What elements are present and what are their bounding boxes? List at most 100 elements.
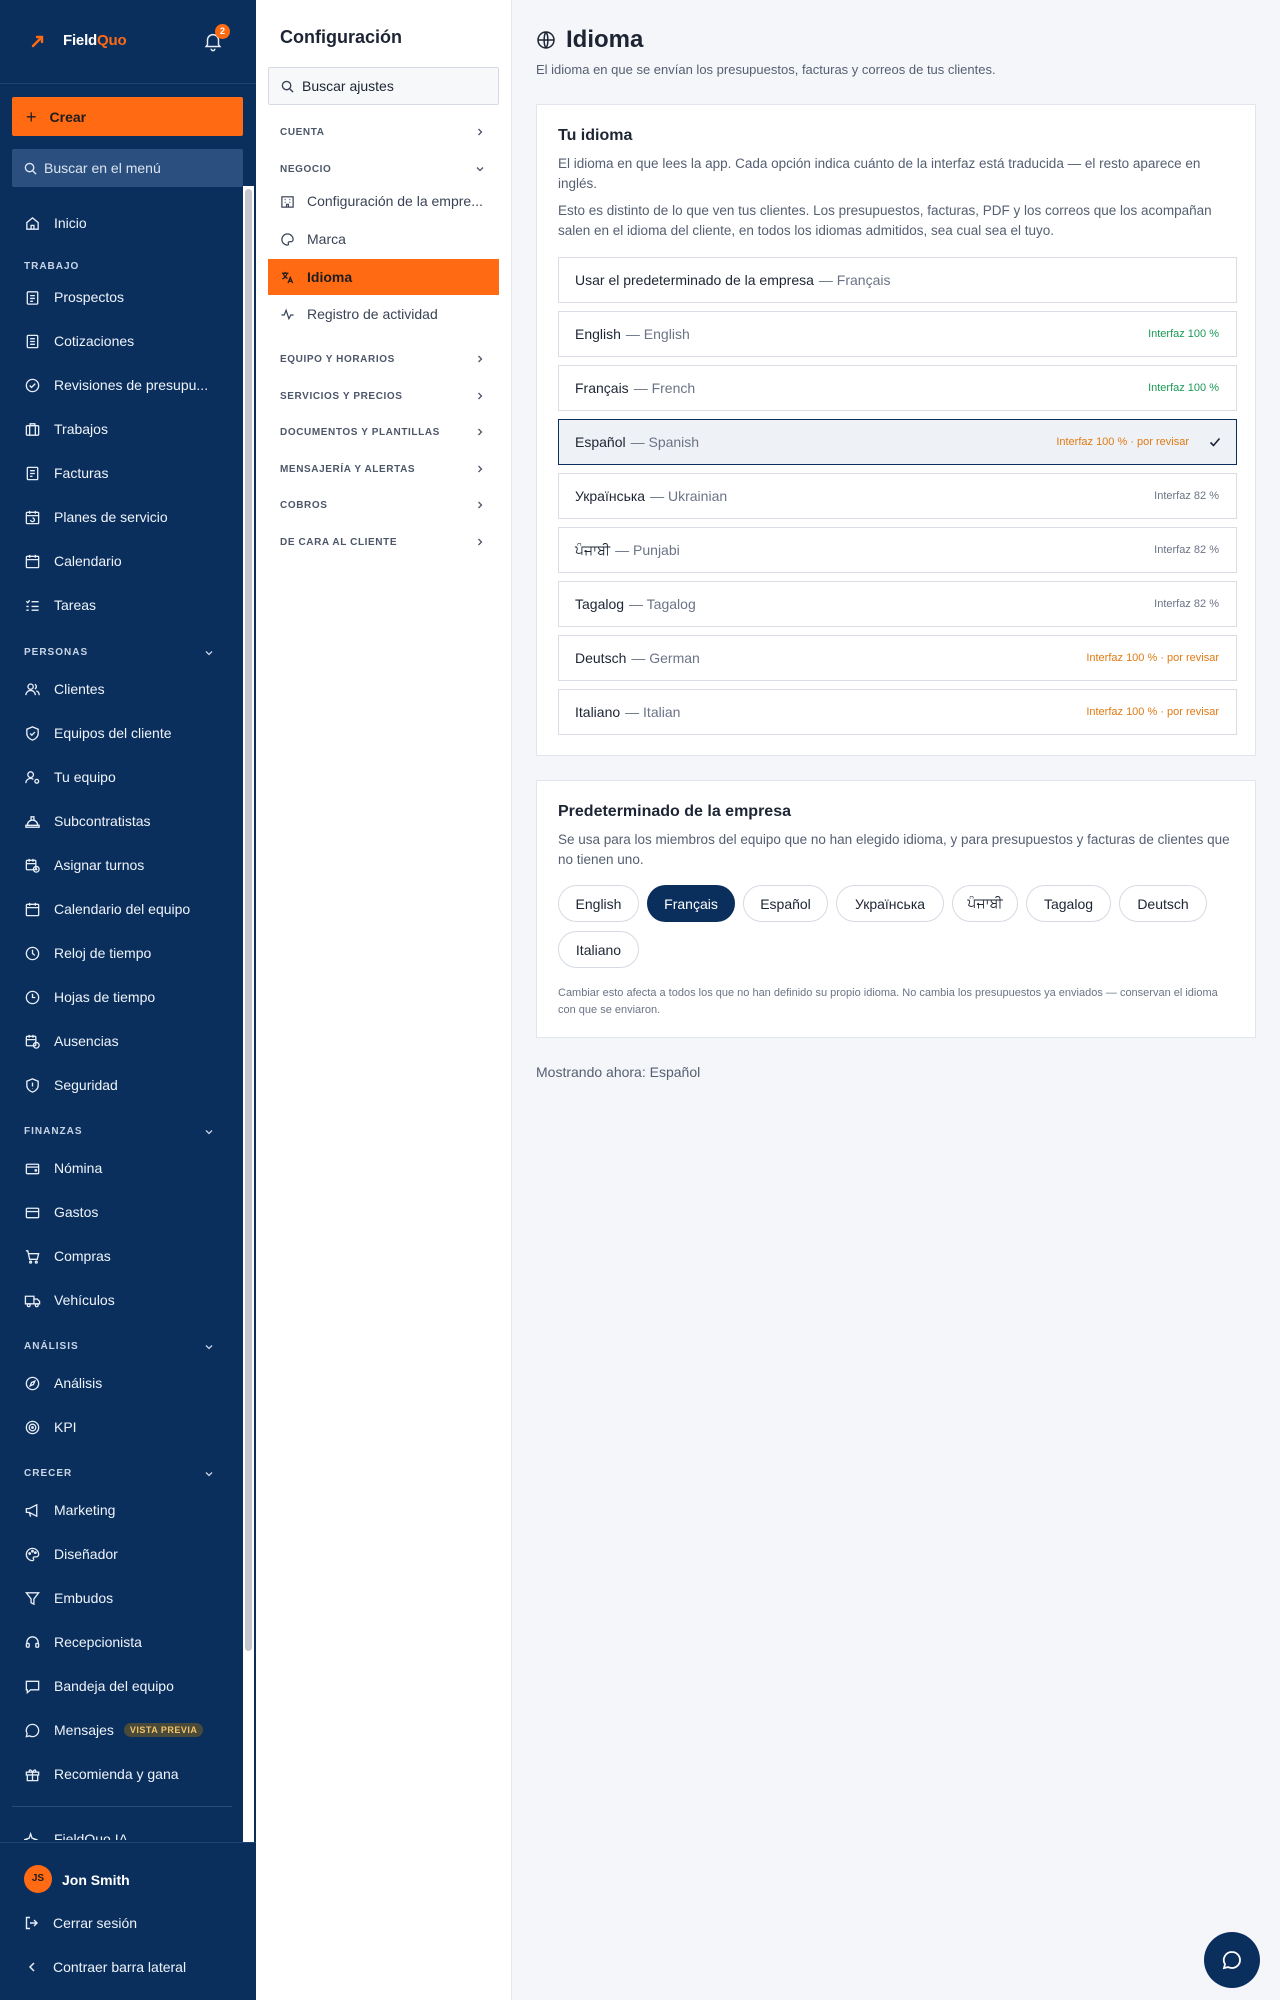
chevron-right-icon[interactable] xyxy=(475,464,485,474)
user-name[interactable]: Jon Smith xyxy=(62,1872,130,1888)
avatar[interactable]: JS xyxy=(24,1865,52,1893)
company-language-pill-spanish[interactable]: Español xyxy=(743,885,828,922)
sidebar-item-compras[interactable]: Compras xyxy=(24,1245,111,1267)
chevron-down-icon[interactable] xyxy=(475,164,485,174)
translation-status: Interfaz 82 % xyxy=(1154,490,1219,502)
company-default-title: Predeterminado de la empresa xyxy=(558,803,791,820)
sidebar-item-ausencias[interactable]: Ausencias xyxy=(24,1030,119,1052)
sidebar-item-marketing[interactable]: Marketing xyxy=(24,1499,115,1521)
company-language-pill-german[interactable]: Deutsch xyxy=(1119,885,1207,922)
user-cog-icon xyxy=(25,770,40,784)
sidebar-item-seguridad[interactable]: Seguridad xyxy=(24,1074,118,1096)
settings-group-cliente[interactable]: DE CARA AL CLIENTE xyxy=(280,537,397,548)
sidebar-item-hojas-tiempo[interactable]: Hojas de tiempo xyxy=(24,986,155,1008)
sidebar-item-planes[interactable]: Planes de servicio xyxy=(24,506,168,528)
chevron-right-icon[interactable] xyxy=(475,391,485,401)
sidebar-item-cotizaciones[interactable]: Cotizaciones xyxy=(24,330,134,352)
sidebar-item-reloj[interactable]: Reloj de tiempo xyxy=(24,942,151,964)
calendar-repeat-icon xyxy=(25,510,40,524)
section-personas[interactable]: PERSONAS xyxy=(24,647,88,658)
company-language-pill-tagalog[interactable]: Tagalog xyxy=(1026,885,1111,922)
language-option-tagalog[interactable]: Tagalog — Tagalog Interfaz 82 % xyxy=(558,581,1237,627)
company-language-pill-ukrainian[interactable]: Українська xyxy=(836,885,944,922)
chevron-right-icon[interactable] xyxy=(475,427,485,437)
hard-hat-icon xyxy=(25,815,40,828)
language-option-punjabi[interactable]: ਪੰਜਾਬੀ — Punjabi Interfaz 82 % xyxy=(558,527,1237,573)
create-button[interactable]: + Crear xyxy=(12,97,243,136)
settings-group-cobros[interactable]: COBROS xyxy=(280,500,328,511)
company-language-pill-punjabi[interactable]: ਪੰਜਾਬੀ xyxy=(952,885,1018,922)
chevron-down-icon[interactable] xyxy=(204,1127,214,1137)
sidebar-item-disenador[interactable]: Diseñador xyxy=(24,1543,118,1565)
sidebar-item-calendario-equipo[interactable]: Calendario del equipo xyxy=(24,898,190,920)
sidebar-item-tu-equipo[interactable]: Tu equipo xyxy=(24,766,116,788)
sidebar-item-equipos-cliente[interactable]: Equipos del cliente xyxy=(24,722,172,744)
sidebar-item-revisiones[interactable]: Revisiones de presupu... xyxy=(24,374,208,396)
company-language-pill-english[interactable]: English xyxy=(558,885,639,922)
sidebar-item-nomina[interactable]: Nómina xyxy=(24,1157,102,1179)
section-crecer[interactable]: CRECER xyxy=(24,1468,72,1479)
settings-search-input[interactable]: Buscar ajustes xyxy=(268,67,499,105)
settings-group-mensajeria[interactable]: MENSAJERÍA Y ALERTAS xyxy=(280,464,415,475)
chevron-right-icon[interactable] xyxy=(475,354,485,364)
sidebar-item-recomienda[interactable]: Recomienda y gana xyxy=(24,1763,179,1785)
settings-item-registro[interactable]: Registro de actividad xyxy=(268,296,499,332)
chevron-down-icon[interactable] xyxy=(204,648,214,658)
preview-badge: VISTA PREVIA xyxy=(123,1723,204,1737)
settings-item-empresa[interactable]: Configuración de la empre... xyxy=(268,183,499,219)
company-language-pill-italian[interactable]: Italiano xyxy=(558,931,639,968)
language-option-french[interactable]: Français — French Interfaz 100 % xyxy=(558,365,1237,411)
chevron-down-icon[interactable] xyxy=(204,1342,214,1352)
settings-group-servicios[interactable]: SERVICIOS Y PRECIOS xyxy=(280,391,403,402)
sidebar-item-bandeja[interactable]: Bandeja del equipo xyxy=(24,1675,174,1697)
sidebar-item-embudos[interactable]: Embudos xyxy=(24,1587,113,1609)
timesheet-icon xyxy=(25,990,40,1004)
chat-button[interactable] xyxy=(1204,1932,1260,1988)
logout-button[interactable]: Cerrar sesión xyxy=(24,1915,137,1931)
sidebar-item-gastos[interactable]: Gastos xyxy=(24,1201,98,1223)
chevron-right-icon[interactable] xyxy=(475,500,485,510)
section-analisis[interactable]: ANÁLISIS xyxy=(24,1341,79,1352)
sidebar-item-clientes[interactable]: Clientes xyxy=(24,678,105,700)
language-option-english[interactable]: English — English Interfaz 100 % xyxy=(558,311,1237,357)
settings-item-idioma[interactable]: Idioma xyxy=(268,259,499,295)
sidebar-item-trabajos[interactable]: Trabajos xyxy=(24,418,108,440)
chevron-down-icon[interactable] xyxy=(204,1469,214,1479)
logout-icon xyxy=(25,1916,38,1930)
notification-count-badge: 2 xyxy=(215,24,230,39)
chevron-right-icon[interactable] xyxy=(475,127,485,137)
language-option-german[interactable]: Deutsch — German Interfaz 100 % · por rev… xyxy=(558,635,1237,681)
page-title: Idioma xyxy=(536,26,643,54)
collapse-sidebar-button[interactable]: Contraer barra lateral xyxy=(24,1959,186,1975)
sidebar-item-ia[interactable]: FieldQuo IA xyxy=(24,1828,128,1840)
sidebar-item-mensajes[interactable]: Mensajes VISTA PREVIA xyxy=(24,1719,204,1741)
settings-group-negocio[interactable]: NEGOCIO xyxy=(280,164,331,175)
users-icon xyxy=(25,682,40,695)
section-finanzas[interactable]: FINANZAS xyxy=(24,1126,83,1137)
sidebar-item-analisis[interactable]: Análisis xyxy=(24,1372,102,1394)
sidebar-item-recepcionista[interactable]: Recepcionista xyxy=(24,1631,142,1653)
sidebar-item-subcontratistas[interactable]: Subcontratistas xyxy=(24,810,151,832)
settings-item-marca[interactable]: Marca xyxy=(268,221,499,257)
menu-search-input[interactable]: Buscar en el menú xyxy=(12,149,243,187)
settings-group-documentos[interactable]: DOCUMENTOS Y PLANTILLAS xyxy=(280,427,440,438)
sidebar-item-inicio[interactable]: Inicio xyxy=(24,212,87,234)
sidebar-item-kpi[interactable]: KPI xyxy=(24,1416,77,1438)
sidebar-item-calendario[interactable]: Calendario xyxy=(24,550,122,572)
language-option-ukrainian[interactable]: Українська — Ukrainian Interfaz 82 % xyxy=(558,473,1237,519)
sidebar-item-facturas[interactable]: Facturas xyxy=(24,462,108,484)
sidebar-item-prospectos[interactable]: Prospectos xyxy=(24,286,124,308)
sidebar-item-vehiculos[interactable]: Vehículos xyxy=(24,1289,115,1311)
chevron-right-icon[interactable] xyxy=(475,537,485,547)
sidebar-item-asignar-turnos[interactable]: Asignar turnos xyxy=(24,854,144,876)
company-language-pill-french[interactable]: Français xyxy=(647,885,735,922)
settings-group-cuenta[interactable]: CUENTA xyxy=(280,127,325,138)
sidebar-item-tareas[interactable]: Tareas xyxy=(24,594,96,616)
section-trabajo: TRABAJO xyxy=(24,261,80,272)
palette-icon xyxy=(281,232,294,246)
language-option-italian[interactable]: Italiano — Italian Interfaz 100 % · por r… xyxy=(558,689,1237,735)
language-option-spanish[interactable]: Español — Spanish Interfaz 100 % · por re… xyxy=(558,419,1237,465)
brand-name[interactable]: FieldQuo xyxy=(63,32,127,49)
settings-group-equipo[interactable]: EQUIPO Y HORARIOS xyxy=(280,354,395,365)
language-option-company-default[interactable]: Usar el predeterminado de la empresa — Fr… xyxy=(558,257,1237,303)
